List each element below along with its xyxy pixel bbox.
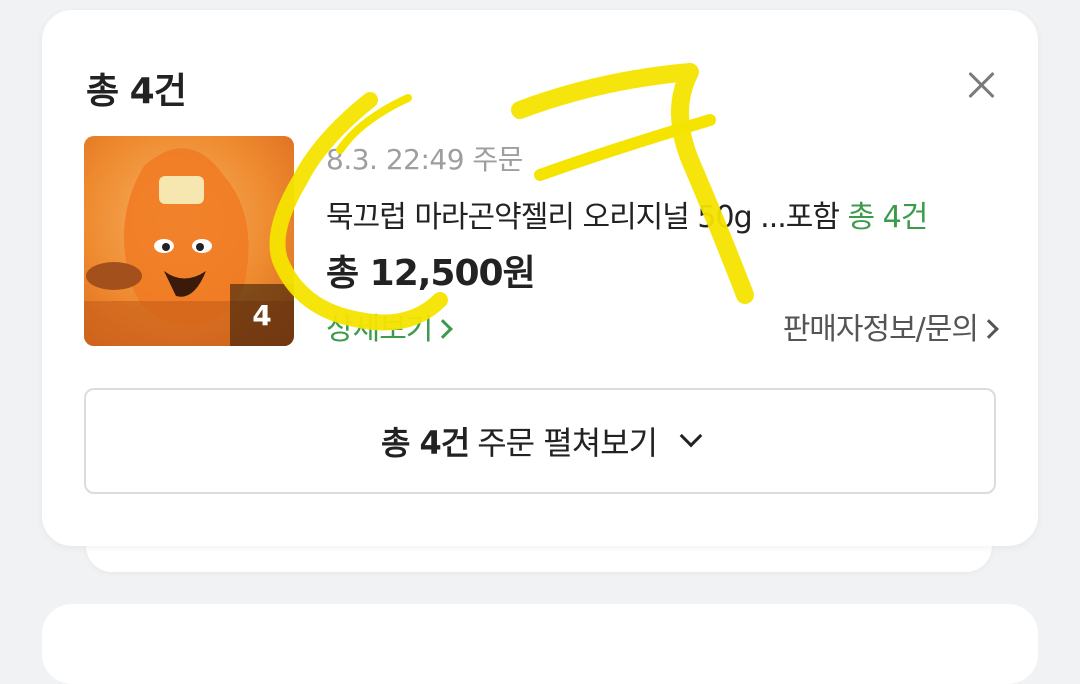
next-order-card	[42, 604, 1038, 684]
expand-count: 총 4건	[380, 424, 470, 462]
chevron-down-icon	[679, 424, 703, 448]
chevron-right-icon	[433, 319, 454, 339]
product-name: 묵끄럽 마라곤약젤리 오리지널 50g ...포함	[326, 200, 840, 235]
expand-label: 주문 펼쳐보기	[477, 424, 658, 462]
chevron-right-icon	[979, 319, 999, 339]
card-title: 총 4건	[86, 71, 187, 112]
order-date: 8.3. 22:49 주문	[326, 143, 523, 176]
item-count-badge: 4	[230, 284, 294, 346]
close-icon[interactable]	[964, 66, 1000, 102]
detail-link[interactable]: 상세보기	[326, 304, 454, 348]
order-price: 총 12,500원	[326, 253, 536, 294]
product-summary: 묵끄럽 마라곤약젤리 오리지널 50g ...포함 총 4건	[326, 192, 1006, 236]
product-count: 총 4건	[847, 200, 929, 235]
seller-link-label: 판매자정보/문의	[782, 312, 979, 347]
detail-link-label: 상세보기	[326, 312, 433, 347]
expand-orders-button[interactable]: 총 4건 주문 펼쳐보기	[84, 388, 996, 494]
product-thumbnail[interactable]: 4	[84, 136, 294, 346]
seller-info-link[interactable]: 판매자정보/문의	[782, 304, 999, 348]
order-summary-card: 총 4건 4 8.3. 22:49 주문 묵끄럽 마라곤약젤리 오리지널 50g…	[42, 10, 1038, 546]
